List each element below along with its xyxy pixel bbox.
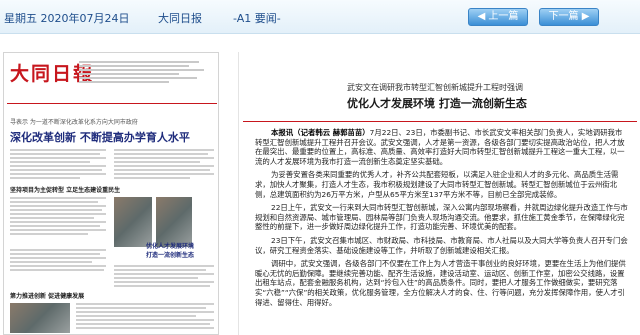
masthead-info-lines bbox=[79, 61, 209, 85]
article-paragraph: 本报讯（记者韩云 赫郭苗苗）7月22日、23日，市委副书记、市长武安文率相关部门… bbox=[255, 128, 629, 166]
newspaper-name: 大同日报 bbox=[158, 12, 202, 25]
article-body: 本报讯（记者韩云 赫郭苗苗）7月22日、23日，市委副书记、市长武安文率相关部门… bbox=[255, 128, 629, 311]
previous-article-button[interactable]: ◀ 上一篇 bbox=[468, 8, 528, 26]
thumbnail-headline[interactable]: 深化改革创新 不断提高办学育人水平 bbox=[10, 129, 214, 145]
newspaper-page-thumbnail[interactable]: 大同日報 寻表示 为一道不断深化改革化系方向大同市政府 深化改革创新 不断提高办… bbox=[3, 52, 219, 335]
article-panel: 武安文在调研我市转型汇智创新城提升工程时强调 优化人才发展环境 打造一流创新生态… bbox=[238, 52, 640, 335]
thumbnail-text-column bbox=[10, 149, 106, 181]
top-bar: 星期五 2020年07月24日 大同日报 -A1 要闻- ◀ 上一篇 下一篇 ▶ bbox=[0, 0, 640, 34]
article-title: 优化人才发展环境 打造一流创新生态 bbox=[347, 97, 527, 110]
masthead-rule bbox=[7, 103, 217, 104]
thumbnail-highlight-title-1[interactable]: 优化人才发展环境 bbox=[146, 241, 194, 250]
title-divider bbox=[243, 121, 637, 122]
article-paragraph: 22日上午，武安文一行来到大同市转型汇智创新城，深入公寓内部现场察看，并就周边绿… bbox=[255, 203, 628, 232]
thumbnail-photo bbox=[10, 303, 70, 333]
thumbnail-photo bbox=[156, 197, 192, 247]
thumbnail-side-headline[interactable]: 第力推进创新 促进健康发展 bbox=[10, 291, 84, 300]
thumbnail-photo bbox=[114, 197, 152, 247]
issue-date: 星期五 2020年07月24日 bbox=[4, 12, 130, 25]
thumbnail-subhead: 寻表示 为一道不断深化改革化系方向大同市政府 bbox=[10, 119, 138, 126]
thumbnail-text-column bbox=[76, 303, 214, 331]
thumbnail-text-column bbox=[114, 149, 214, 181]
thumbnail-highlight-title-2[interactable]: 打造一流创新生态 bbox=[146, 250, 194, 259]
article-byline: 本报讯（记者韩云 赫郭苗苗） bbox=[271, 128, 370, 137]
thumbnail-text-column bbox=[114, 265, 214, 289]
page-section: -A1 要闻- bbox=[233, 12, 281, 25]
next-article-button[interactable]: 下一篇 ▶ bbox=[539, 8, 599, 26]
article-paragraph: 23日下午，武安文召集市城区、市财政局、市科技局、市教育局、市人社局以及大同大学… bbox=[255, 235, 628, 255]
thumbnail-side-headline[interactable]: 坚持项目为主促转型 立足生态建设重民生 bbox=[10, 185, 120, 194]
thumbnail-text-column bbox=[10, 249, 106, 273]
article-kicker: 武安文在调研我市转型汇智创新城提升工程时强调 bbox=[347, 83, 523, 92]
article-paragraph: 为妥善安置各类来同重要的优秀人才，补齐公共配套短板，以满足入驻企业和人才的多元化… bbox=[255, 170, 619, 199]
thumbnail-text-column bbox=[10, 197, 106, 237]
article-paragraph: 调研中，武安文强调，各级各部门不仅要在工作上为人才营造干事创业的良好环境，更要在… bbox=[255, 259, 626, 307]
